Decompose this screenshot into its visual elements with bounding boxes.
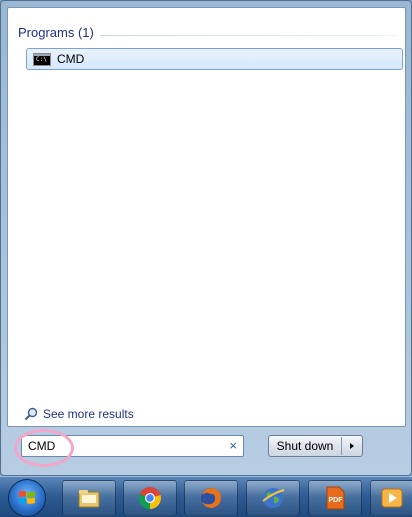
result-item-cmd[interactable]: C:\ CMD bbox=[26, 48, 403, 70]
close-icon[interactable]: × bbox=[229, 438, 237, 453]
result-item-label: CMD bbox=[57, 52, 85, 66]
cmd-icon: C:\ bbox=[33, 52, 51, 66]
globe-icon bbox=[262, 488, 285, 508]
firefox-icon bbox=[201, 488, 221, 508]
shutdown-options-arrow-icon[interactable] bbox=[342, 443, 362, 449]
play-icon bbox=[381, 488, 403, 508]
section-divider bbox=[100, 35, 397, 36]
search-input[interactable]: CMD × bbox=[21, 435, 244, 457]
taskbar: PDF bbox=[0, 476, 412, 517]
taskbar-pdf-reader[interactable]: PDF bbox=[308, 480, 362, 516]
start-menu: Programs (1) C:\ CMD See more results CM… bbox=[0, 0, 412, 476]
search-results-panel: Programs (1) C:\ CMD See more results bbox=[7, 7, 406, 427]
see-more-results-link[interactable]: See more results bbox=[24, 407, 134, 421]
taskbar-file-explorer[interactable] bbox=[62, 480, 116, 516]
taskbar-globe[interactable] bbox=[246, 480, 300, 516]
folder-icon bbox=[78, 490, 100, 508]
see-more-label: See more results bbox=[43, 407, 134, 421]
programs-section-title: Programs (1) bbox=[18, 25, 94, 40]
chrome-icon bbox=[138, 487, 161, 510]
pdf-icon: PDF bbox=[326, 486, 345, 510]
shutdown-button[interactable]: Shut down bbox=[269, 439, 341, 453]
search-icon bbox=[24, 407, 38, 421]
taskbar-media-player[interactable] bbox=[370, 480, 412, 516]
taskbar-firefox[interactable] bbox=[184, 480, 238, 516]
windows-logo-icon bbox=[19, 490, 35, 504]
pdf-badge-text: PDF bbox=[329, 497, 344, 504]
search-input-value: CMD bbox=[28, 439, 56, 453]
shutdown-button-group: Shut down bbox=[268, 435, 363, 457]
start-button[interactable] bbox=[8, 479, 46, 517]
taskbar-chrome[interactable] bbox=[123, 480, 177, 516]
